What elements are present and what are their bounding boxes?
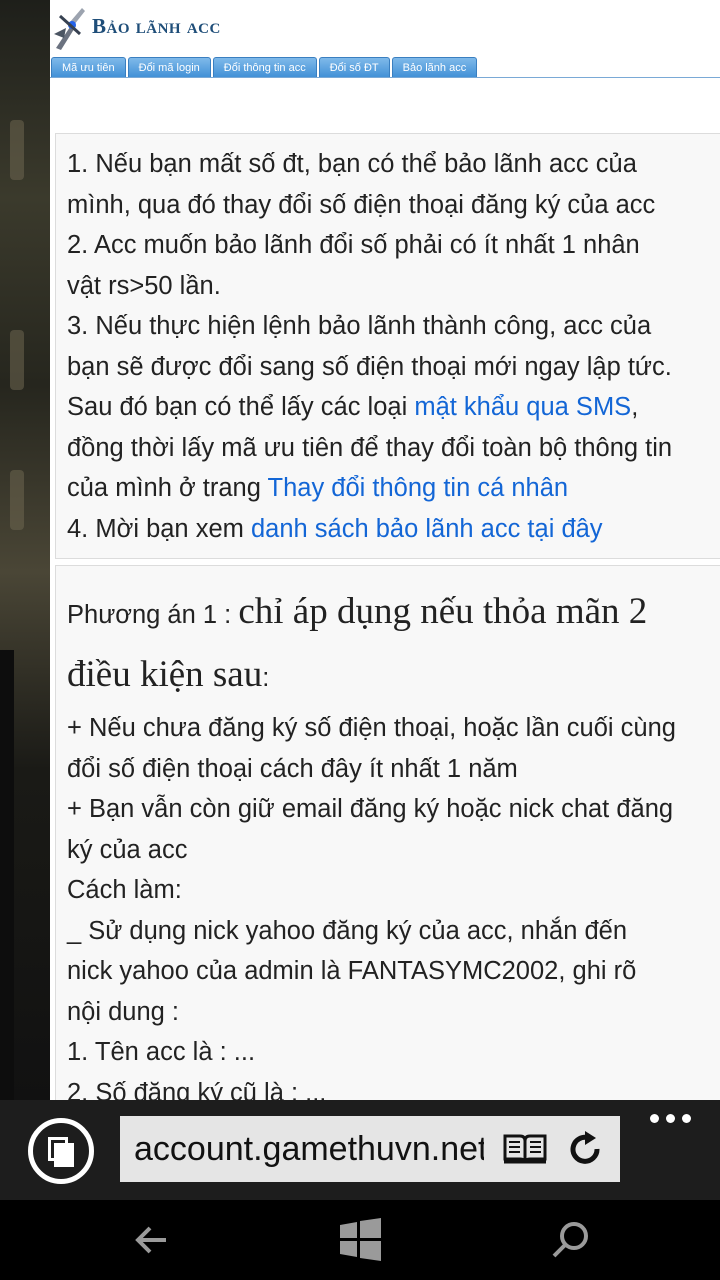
- tab-bar: Mã ưu tiên Đổi mã login Đổi thông tin ac…: [51, 57, 478, 78]
- info-line: mình, qua đó thay đổi số điện thoại đăng…: [67, 190, 656, 219]
- info-text: Sau đó bạn có thể lấy các loại: [67, 393, 415, 421]
- step-line: nick yahoo của admin là FANTASYMC2002, g…: [67, 957, 637, 985]
- background-art: [10, 330, 24, 390]
- info-line: 3. Nếu thực hiện lệnh bảo lãnh thành côn…: [67, 312, 652, 340]
- windows-start-icon[interactable]: [336, 1216, 384, 1264]
- refresh-icon[interactable]: [566, 1130, 604, 1168]
- more-dots-icon[interactable]: [650, 1114, 691, 1123]
- background-art: [10, 120, 24, 180]
- info-text: ,: [631, 393, 639, 421]
- tab-change-login[interactable]: Đổi mã login: [127, 57, 211, 78]
- plan-heading: Phương án 1 : chỉ áp dụng nếu thỏa mãn 2: [67, 582, 720, 645]
- plan-heading: điều kiện sau:: [67, 645, 720, 708]
- plan-panel: Phương án 1 : chỉ áp dụng nếu thỏa mãn 2…: [55, 565, 720, 1100]
- how-to-label: Cách làm:: [67, 876, 182, 904]
- info-line: của mình ở trang Thay đổi thông tin cá n…: [67, 468, 720, 509]
- step-line: 1. Tên acc là : ...: [67, 1038, 256, 1066]
- browser-address-bar: account.gamethuvn.net: [0, 1100, 720, 1200]
- background-shadow: [0, 650, 14, 1100]
- step-line: nội dung :: [67, 997, 180, 1026]
- background-art: [10, 470, 24, 530]
- search-icon[interactable]: [546, 1216, 594, 1264]
- condition-line: đổi số điện thoại cách đây ít nhất 1 năm: [67, 754, 518, 783]
- info-line: 2. Acc muốn bảo lãnh đổi số phải có ít n…: [67, 231, 640, 259]
- tab-change-phone[interactable]: Đổi số ĐT: [318, 57, 390, 78]
- game-background: [0, 0, 50, 1100]
- dot: [682, 1114, 691, 1123]
- info-line: 1. Nếu bạn mất số đt, bạn có thể bảo lãn…: [67, 150, 637, 178]
- tabs-icon-front: [54, 1143, 74, 1167]
- plan-colon: :: [262, 664, 270, 692]
- guarantee-list-link[interactable]: danh sách bảo lãnh acc tại đây: [251, 515, 603, 543]
- sword-warrior-icon: [54, 8, 85, 50]
- url-text[interactable]: account.gamethuvn.net: [134, 1116, 484, 1182]
- plan-condition-title: chỉ áp dụng nếu thỏa mãn 2: [238, 591, 648, 632]
- page-title: Bảo lãnh acc: [92, 14, 221, 38]
- site-header: Bảo lãnh acc Mã ưu tiên Đổi mã login Đổi…: [50, 0, 720, 80]
- info-text: 4. Mời bạn xem: [67, 514, 251, 543]
- back-arrow-icon[interactable]: [128, 1216, 176, 1264]
- reading-view-icon[interactable]: [502, 1132, 548, 1166]
- dot: [666, 1114, 675, 1123]
- plan-label: Phương án 1 :: [67, 601, 239, 629]
- web-page[interactable]: Bảo lãnh acc Mã ưu tiên Đổi mã login Đổi…: [50, 0, 720, 1100]
- tab-priority-code[interactable]: Mã ưu tiên: [51, 57, 126, 78]
- change-info-link[interactable]: Thay đổi thông tin cá nhân: [268, 474, 569, 502]
- info-text: của mình ở trang: [67, 474, 268, 502]
- condition-line: + Nếu chưa đăng ký số điện thoại, hoặc l…: [67, 714, 676, 742]
- tab-divider: [50, 77, 720, 78]
- condition-line: ký của acc: [67, 835, 188, 864]
- info-line: Sau đó bạn có thể lấy các loại mật khẩu …: [67, 387, 720, 428]
- tabs-icon[interactable]: [28, 1118, 94, 1184]
- tab-change-info[interactable]: Đổi thông tin acc: [212, 57, 317, 78]
- info-line: vật rs>50 lần.: [67, 271, 221, 300]
- dot: [650, 1114, 659, 1123]
- address-field[interactable]: account.gamethuvn.net: [120, 1116, 620, 1182]
- system-nav-bar: [0, 1200, 720, 1280]
- info-line: bạn sẽ được đổi sang số điện thoại mới n…: [67, 352, 672, 381]
- step-line: _ Sử dụng nick yahoo đăng ký của acc, nh…: [67, 916, 628, 945]
- condition-line: + Bạn vẫn còn giữ email đăng ký hoặc nic…: [67, 795, 674, 823]
- info-panel: 1. Nếu bạn mất số đt, bạn có thể bảo lãn…: [55, 133, 720, 559]
- step-line: 2. Số đăng ký cũ là : ...: [67, 1078, 327, 1101]
- info-line: đồng thời lấy mã ưu tiên để thay đổi toà…: [67, 433, 673, 462]
- info-line: 4. Mời bạn xem danh sách bảo lãnh acc tạ…: [67, 509, 720, 550]
- tab-guarantee[interactable]: Bảo lãnh acc: [391, 57, 478, 78]
- plan-condition-title: điều kiện sau: [67, 654, 263, 695]
- sms-password-link[interactable]: mật khẩu qua SMS: [414, 393, 631, 421]
